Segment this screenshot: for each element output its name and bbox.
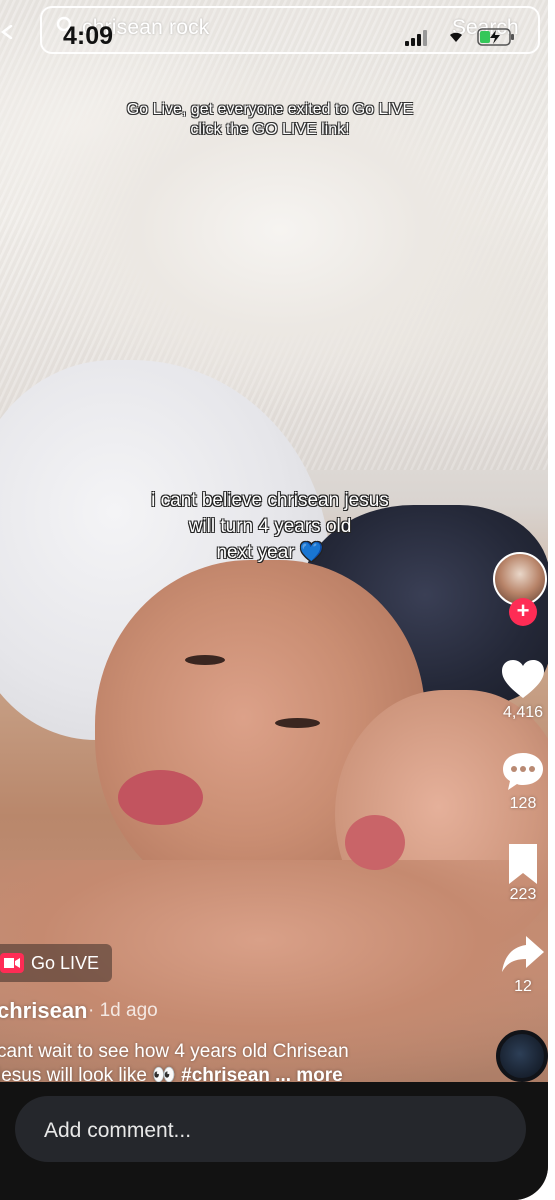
save-count: 223 xyxy=(509,886,537,903)
video-eye xyxy=(275,718,320,728)
overlay-line: click the GO LIVE link! xyxy=(190,121,350,138)
comment-icon[interactable] xyxy=(500,750,546,794)
post-username[interactable]: chrisean xyxy=(0,998,88,1024)
heart-icon[interactable] xyxy=(500,658,546,702)
status-time: 4:09 xyxy=(63,22,114,50)
caption-line: i cant believe chrisean jesus xyxy=(151,490,389,511)
back-icon[interactable] xyxy=(0,25,14,39)
live-icon xyxy=(0,953,24,973)
post-time-ago: · 1d ago xyxy=(88,1000,158,1021)
go-live-label[interactable]: Go LIVE xyxy=(31,953,99,974)
like-count: 4,416 xyxy=(502,704,544,721)
signal-icon xyxy=(405,30,427,46)
battery-icon xyxy=(477,28,514,46)
caption-line: will turn 4 years old xyxy=(188,516,352,537)
share-icon[interactable] xyxy=(500,932,546,976)
video-overlay-text: Go Live, get everyone exited to Go LIVE … xyxy=(60,100,480,140)
video-caption: i cant believe chrisean jesus will turn … xyxy=(100,488,440,566)
share-count: 12 xyxy=(514,978,532,995)
comment-placeholder[interactable]: Add comment... xyxy=(44,1119,191,1143)
comment-count: 128 xyxy=(509,795,537,812)
description-line: cant wait to see how 4 years old Chrisea… xyxy=(0,1041,349,1062)
video-lips xyxy=(345,815,405,870)
music-disc[interactable] xyxy=(496,1030,548,1082)
video-eye xyxy=(185,655,225,665)
caption-line: next year 💙 xyxy=(216,542,324,563)
overlay-line: Go Live, get everyone exited to Go LIVE xyxy=(126,101,414,118)
follow-button[interactable]: + xyxy=(509,598,537,626)
wifi-icon xyxy=(450,32,462,42)
post-description[interactable]: cant wait to see how 4 years old Chrisea… xyxy=(0,1040,417,1088)
video-screen[interactable]: Go Live, get everyone exited to Go LIVE … xyxy=(0,0,548,1200)
video-lips xyxy=(118,770,203,825)
bookmark-icon[interactable] xyxy=(500,842,546,886)
